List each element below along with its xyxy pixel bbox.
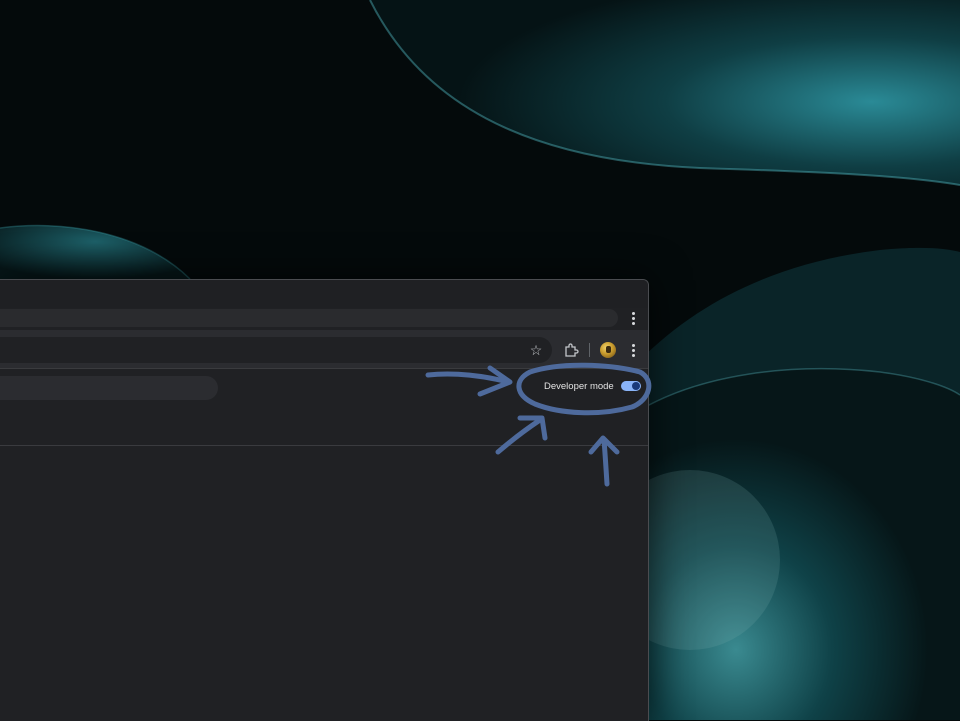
content-divider [0, 445, 648, 446]
vertical-dots-icon[interactable] [625, 342, 641, 358]
puzzle-icon[interactable] [563, 342, 579, 358]
tab-search-bar[interactable] [0, 309, 618, 327]
address-bar[interactable] [0, 337, 552, 363]
developer-mode-toggle[interactable] [621, 381, 641, 391]
browser-window: ☆ Developer mode [0, 279, 649, 721]
tab-strip [0, 280, 648, 308]
search-input[interactable] [0, 376, 218, 400]
toolbar-divider [589, 343, 590, 357]
star-icon[interactable]: ☆ [528, 342, 544, 358]
vertical-dots-icon[interactable] [625, 310, 641, 326]
toggle-knob [632, 382, 640, 390]
avatar[interactable] [600, 342, 616, 358]
developer-mode-label: Developer mode [544, 381, 614, 392]
browser-toolbar: ☆ [0, 330, 648, 369]
